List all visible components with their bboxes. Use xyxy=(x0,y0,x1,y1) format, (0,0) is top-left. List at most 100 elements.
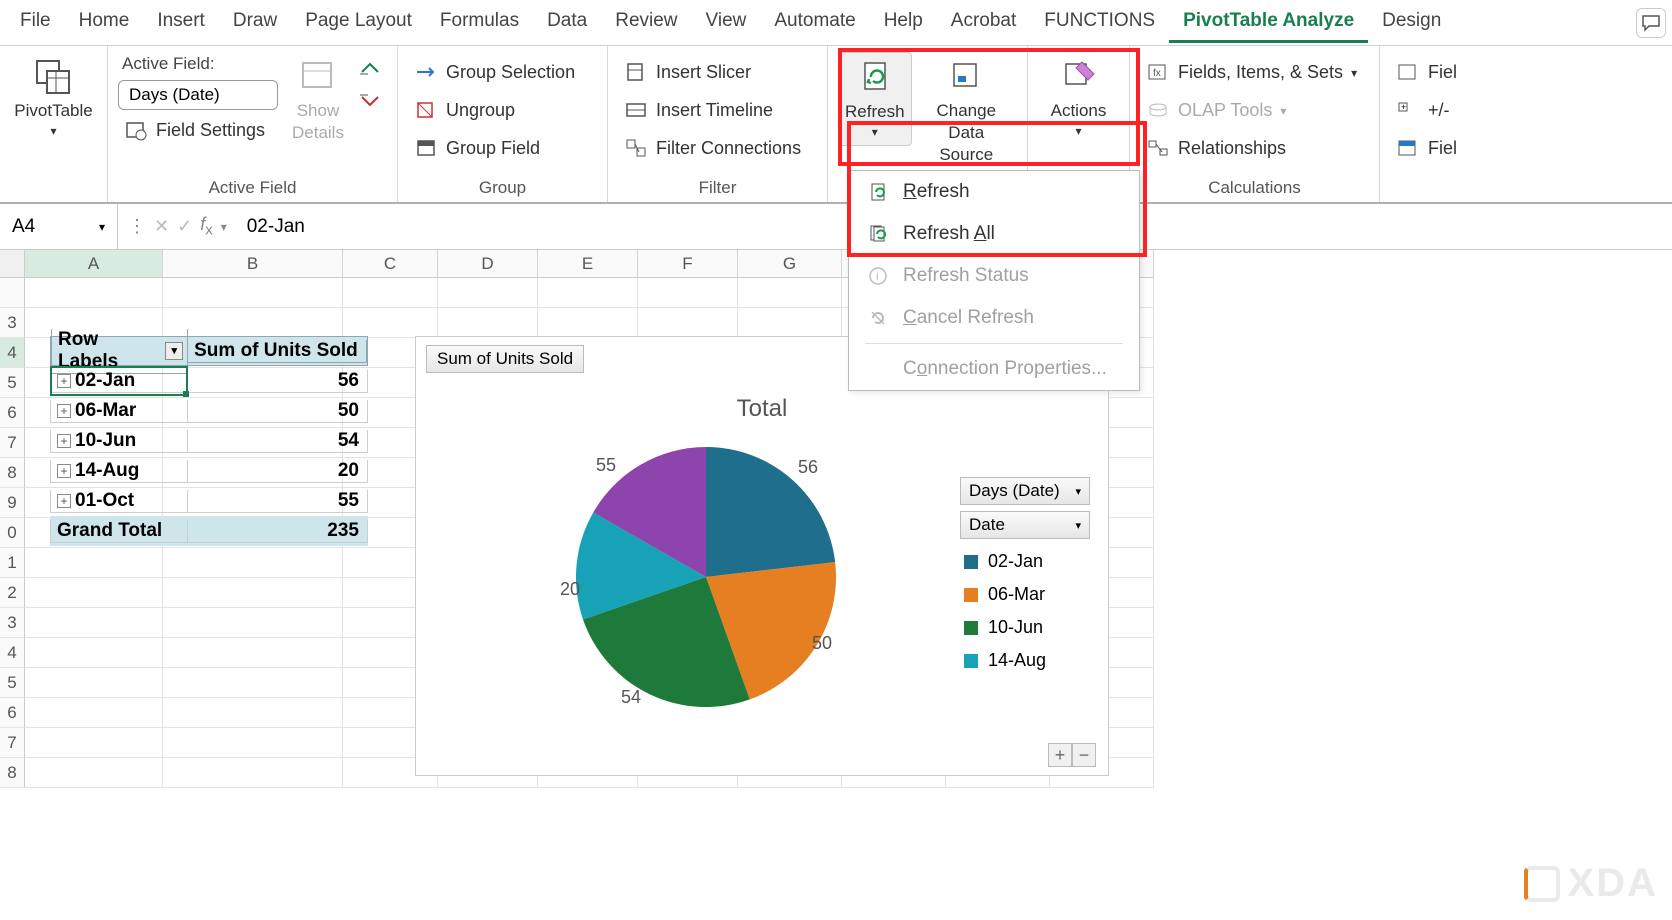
relationships-button[interactable]: Relationships xyxy=(1140,132,1292,164)
tab-help[interactable]: Help xyxy=(870,2,937,43)
pivot-row-label[interactable]: +14-Aug xyxy=(50,460,188,483)
fields-items-sets-button[interactable]: fxFields, Items, & Sets ▾ xyxy=(1140,56,1363,88)
fb-enter-icon[interactable]: ✓ xyxy=(177,216,192,237)
tab-formulas[interactable]: Formulas xyxy=(426,2,533,43)
tab-automate[interactable]: Automate xyxy=(760,2,869,43)
chart-title: Total xyxy=(416,395,1108,423)
row-header-2[interactable] xyxy=(0,278,25,308)
fb-chev-icon[interactable]: ▾ xyxy=(221,220,227,234)
filter-dropdown-icon[interactable]: ▾ xyxy=(165,342,183,360)
tab-data[interactable]: Data xyxy=(533,2,601,43)
row-header-10[interactable]: 0 xyxy=(0,518,25,548)
tab-page-layout[interactable]: Page Layout xyxy=(291,2,426,43)
tab-view[interactable]: View xyxy=(692,2,761,43)
tab-home[interactable]: Home xyxy=(65,2,144,43)
expand-icon[interactable]: + xyxy=(57,374,71,388)
fb-more-icon[interactable]: ⋮ xyxy=(128,216,146,237)
xda-logo-icon xyxy=(1524,866,1560,902)
relationships-icon xyxy=(1146,136,1170,160)
col-header-G[interactable]: G xyxy=(738,250,842,278)
field-headers-button[interactable]: Fiel xyxy=(1390,132,1463,164)
connection-props-menu-item: Connection Properties... xyxy=(849,348,1139,390)
insert-timeline-button[interactable]: Insert Timeline xyxy=(618,94,779,126)
pivot-grand-total-value: 235 xyxy=(188,520,368,543)
row-header-15[interactable]: 5 xyxy=(0,668,25,698)
drill-down-icon[interactable] xyxy=(358,93,382,116)
col-header-E[interactable]: E xyxy=(538,250,638,278)
row-header-13[interactable]: 3 xyxy=(0,608,25,638)
row-header-5[interactable]: 5 xyxy=(0,368,25,398)
row-header-6[interactable]: 6 xyxy=(0,398,25,428)
expand-icon[interactable]: + xyxy=(57,494,71,508)
select-all-corner[interactable] xyxy=(0,250,25,278)
pivot-row-label[interactable]: +02-Jan xyxy=(50,370,188,393)
refresh-menu-item[interactable]: Refresh xyxy=(849,171,1139,213)
pivot-row-label[interactable]: +10-Jun xyxy=(50,430,188,453)
ungroup-icon xyxy=(414,98,438,122)
days-button[interactable]: Days (Date)▾ xyxy=(960,477,1090,505)
tab-review[interactable]: Review xyxy=(601,2,691,43)
filter-connections-button[interactable]: Filter Connections xyxy=(618,132,807,164)
pivot-chart[interactable]: Sum of Units Sold Total 56 50 xyxy=(415,336,1109,776)
row-header-17[interactable]: 7 xyxy=(0,728,25,758)
active-field-group-label: Active Field xyxy=(118,174,387,202)
chart-minus-button[interactable]: − xyxy=(1072,743,1096,767)
fb-cancel-icon[interactable]: ✕ xyxy=(154,216,169,237)
tab-design[interactable]: Design xyxy=(1368,2,1455,43)
row-header-3[interactable]: 3 xyxy=(0,308,25,338)
insert-slicer-button[interactable]: Insert Slicer xyxy=(618,56,757,88)
pivot-row-label[interactable]: +06-Mar xyxy=(50,400,188,423)
tab-functions[interactable]: FUNCTIONS xyxy=(1030,2,1169,43)
row-header-11[interactable]: 1 xyxy=(0,548,25,578)
drill-up-icon[interactable] xyxy=(358,58,382,81)
col-header-B[interactable]: B xyxy=(163,250,343,278)
name-box[interactable]: A4▾ xyxy=(0,204,118,249)
chart-field-button[interactable]: Sum of Units Sold xyxy=(426,345,584,373)
row-header-16[interactable]: 6 xyxy=(0,698,25,728)
group-field-icon xyxy=(414,136,438,160)
group-field-button[interactable]: Group Field xyxy=(408,132,546,164)
pm-buttons-button[interactable]: ++/- xyxy=(1390,94,1456,126)
field-settings-button[interactable]: Field Settings xyxy=(118,114,278,146)
col-header-F[interactable]: F xyxy=(638,250,738,278)
row-header-4[interactable]: 4 xyxy=(0,338,25,368)
pivot-table[interactable]: Row Labels▾ Sum of Units Sold +02-Jan56+… xyxy=(50,336,368,546)
chart-plus-button[interactable]: + xyxy=(1048,743,1072,767)
group-selection-button[interactable]: Group Selection xyxy=(408,56,581,88)
tab-acrobat[interactable]: Acrobat xyxy=(937,2,1030,43)
date-button[interactable]: Date▾ xyxy=(960,511,1090,539)
data-source-icon xyxy=(944,56,988,96)
pivot-header-sum[interactable]: Sum of Units Sold xyxy=(188,340,367,363)
expand-icon[interactable]: + xyxy=(57,434,71,448)
change-data-source-button[interactable]: Change Data Source ▾ xyxy=(916,52,1017,188)
tab-insert[interactable]: Insert xyxy=(143,2,219,43)
row-header-18[interactable]: 8 xyxy=(0,758,25,788)
row-header-8[interactable]: 8 xyxy=(0,458,25,488)
fb-fx-icon[interactable]: fx xyxy=(200,214,213,239)
field-list-button[interactable]: Fiel xyxy=(1390,56,1463,88)
row-header-7[interactable]: 7 xyxy=(0,428,25,458)
legend-swatch xyxy=(964,621,978,635)
col-header-A[interactable]: A xyxy=(25,250,163,278)
expand-icon[interactable]: + xyxy=(57,404,71,418)
refresh-button[interactable]: Refresh ▾ xyxy=(838,52,912,146)
refresh-all-menu-item[interactable]: Refresh All xyxy=(849,213,1139,255)
col-header-D[interactable]: D xyxy=(438,250,538,278)
active-field-input[interactable]: Days (Date) xyxy=(118,80,278,110)
pivottable-button[interactable]: PivotTable ▾ xyxy=(8,52,98,144)
tab-draw[interactable]: Draw xyxy=(219,2,291,43)
row-header-9[interactable]: 9 xyxy=(0,488,25,518)
tab-pivottable-analyze[interactable]: PivotTable Analyze xyxy=(1169,2,1368,43)
comments-button[interactable] xyxy=(1636,8,1666,38)
spreadsheet-grid[interactable]: ABCDEFGKLM 3456789012345678 Row Labels▾ … xyxy=(0,250,1672,788)
actions-button[interactable]: Actions ▾ xyxy=(1045,52,1113,144)
pivot-row-label[interactable]: +01-Oct xyxy=(50,490,188,513)
cancel-refresh-menu-item: Cancel Refresh xyxy=(849,297,1139,339)
pivot-header-row-labels[interactable]: Row Labels▾ xyxy=(51,329,188,374)
col-header-C[interactable]: C xyxy=(343,250,438,278)
tab-file[interactable]: File xyxy=(6,2,65,43)
row-header-14[interactable]: 4 xyxy=(0,638,25,668)
ungroup-button[interactable]: Ungroup xyxy=(408,94,521,126)
row-header-12[interactable]: 2 xyxy=(0,578,25,608)
expand-icon[interactable]: + xyxy=(57,464,71,478)
